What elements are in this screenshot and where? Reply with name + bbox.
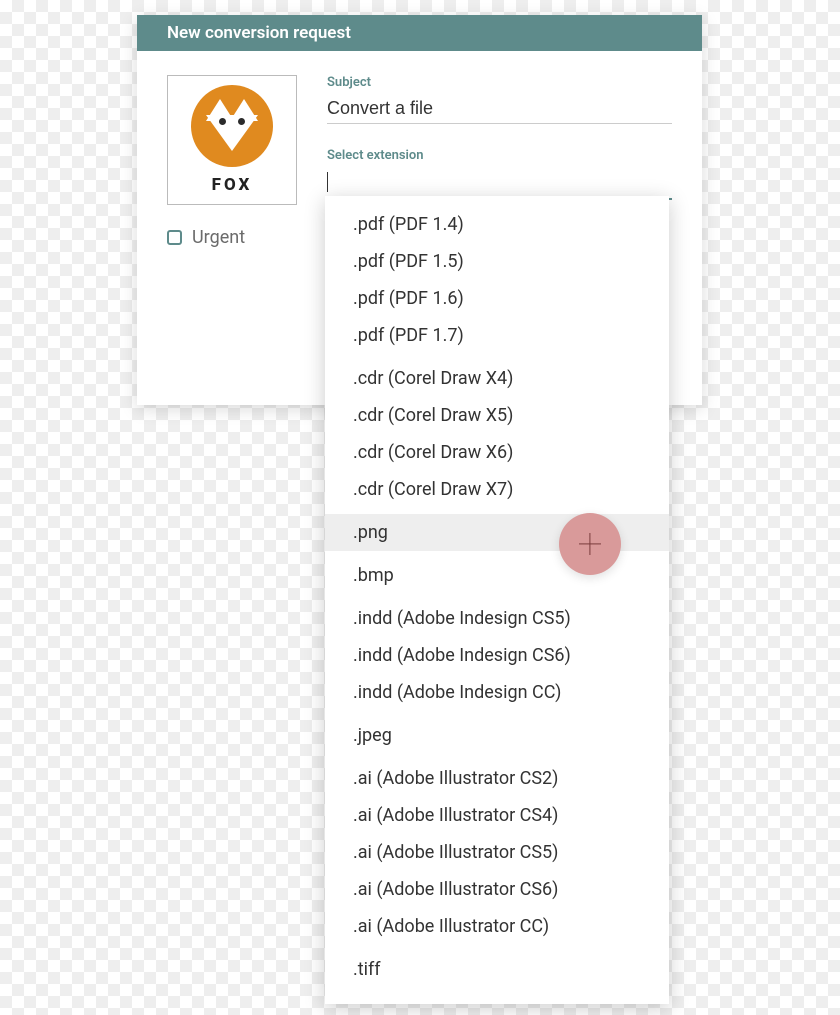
extension-field: Select extension [327,148,672,200]
extension-label: Select extension [327,148,672,163]
dropdown-list[interactable]: .pdf (PDF 1.4).pdf (PDF 1.5).pdf (PDF 1.… [325,196,669,1004]
dropdown-option[interactable]: .ai (Adobe Illustrator CS6) [325,871,669,908]
dropdown-option[interactable]: .cdr (Corel Draw X7) [325,471,669,508]
dropdown-option[interactable]: .pdf (PDF 1.6) [325,280,669,317]
dropdown-option[interactable]: .indd (Adobe Indesign CS5) [325,600,669,637]
dropdown-option[interactable]: .cdr (Corel Draw X6) [325,434,669,471]
plus-icon [579,533,601,555]
urgent-checkbox[interactable] [167,230,182,245]
subject-field: Subject [327,75,672,124]
extension-dropdown: .pdf (PDF 1.4).pdf (PDF 1.5).pdf (PDF 1.… [325,196,669,1004]
left-column: FOX Urgent [167,75,297,248]
dropdown-option[interactable]: .tiff [325,951,669,988]
urgent-label: Urgent [192,227,245,248]
dropdown-option[interactable]: .bmp [325,557,669,594]
dropdown-option[interactable]: .cdr (Corel Draw X4) [325,360,669,397]
dropdown-option[interactable]: .jpeg [325,717,669,754]
card-title: New conversion request [167,23,351,43]
dropdown-option[interactable]: .ai (Adobe Illustrator CC) [325,908,669,945]
add-button[interactable] [559,513,621,575]
card-header: New conversion request [137,15,702,51]
fox-logo-icon [191,85,273,167]
logo-text: FOX [212,175,253,195]
dropdown-option[interactable]: .cdr (Corel Draw X5) [325,397,669,434]
file-preview[interactable]: FOX [167,75,297,205]
extension-input[interactable] [327,167,672,200]
dropdown-option[interactable]: .ai (Adobe Illustrator CS2) [325,760,669,797]
subject-label: Subject [327,75,672,90]
text-cursor [327,172,328,192]
dropdown-option[interactable]: .indd (Adobe Indesign CC) [325,674,669,711]
dropdown-option[interactable]: .pdf (PDF 1.4) [325,206,669,243]
dropdown-option[interactable]: .pdf (PDF 1.7) [325,317,669,354]
dropdown-option[interactable]: .ai (Adobe Illustrator CS4) [325,797,669,834]
subject-input[interactable] [327,94,672,124]
urgent-checkbox-row[interactable]: Urgent [167,227,297,248]
dropdown-option[interactable]: .indd (Adobe Indesign CS6) [325,637,669,674]
dropdown-option[interactable]: .ai (Adobe Illustrator CS5) [325,834,669,871]
dropdown-option[interactable]: .pdf (PDF 1.5) [325,243,669,280]
